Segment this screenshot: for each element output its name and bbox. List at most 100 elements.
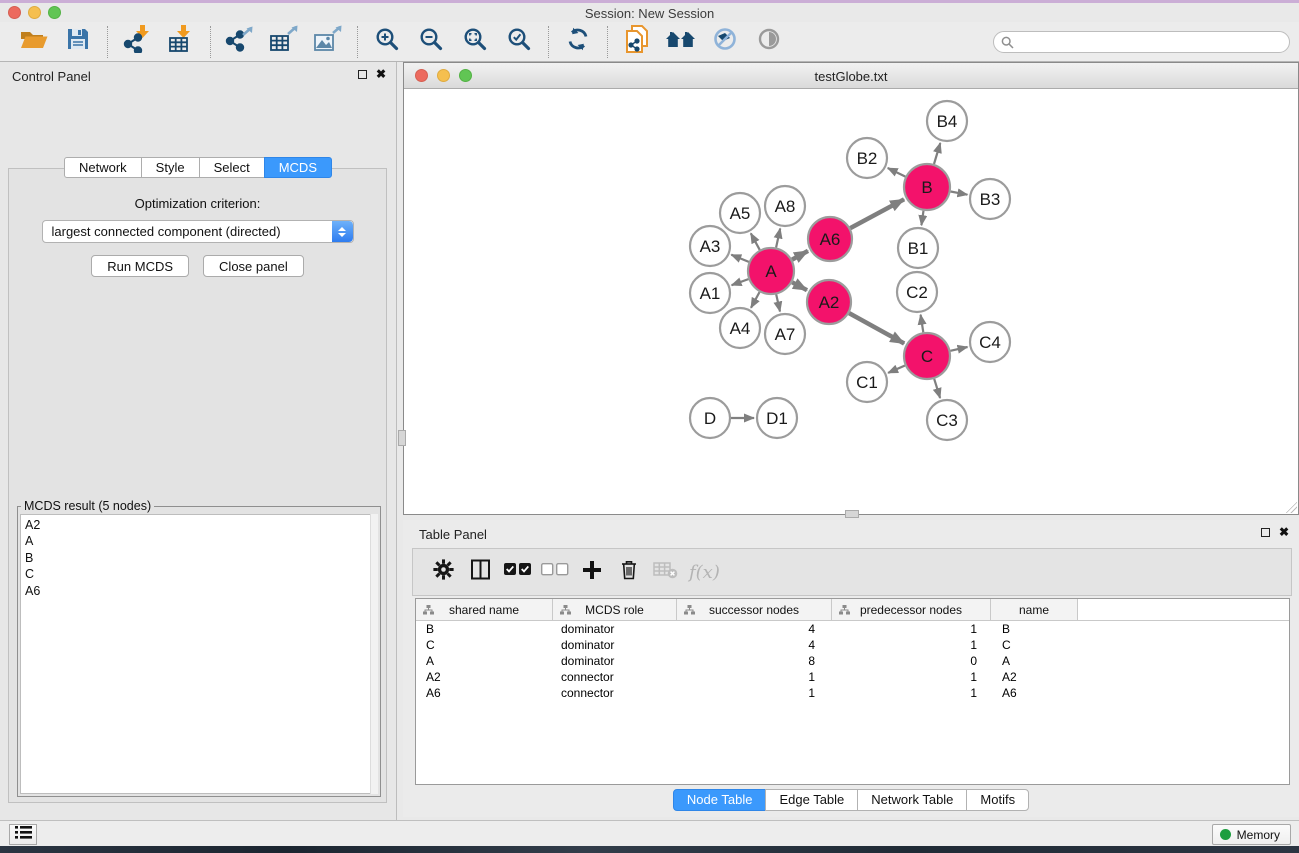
graph-node-A5[interactable]: A5 bbox=[720, 193, 760, 233]
graph-edge-A-A5[interactable] bbox=[751, 233, 760, 250]
graph-edge-A6-B[interactable] bbox=[850, 199, 904, 228]
table-row[interactable]: A6connector11A6 bbox=[416, 685, 1289, 701]
graph-node-A8[interactable]: A8 bbox=[765, 186, 805, 226]
zoom-fit-button[interactable] bbox=[453, 24, 497, 60]
result-scrollbar[interactable] bbox=[370, 514, 378, 794]
float-panel-icon[interactable] bbox=[358, 70, 367, 79]
show-columns-button[interactable] bbox=[462, 554, 499, 590]
graph-node-B3[interactable]: B3 bbox=[970, 179, 1010, 219]
network-canvas[interactable]: ABCA2A6A1A3A4A5A7A8B1B2B3B4C1C2C3C4DD1 bbox=[404, 90, 1298, 514]
table-cell[interactable]: A2 bbox=[991, 669, 1078, 685]
tab-node-table[interactable]: Node Table bbox=[673, 789, 767, 811]
show-graphics-details-button[interactable] bbox=[747, 24, 791, 60]
result-item[interactable]: B bbox=[25, 550, 377, 566]
select-all-button[interactable] bbox=[499, 554, 536, 590]
result-item[interactable]: A bbox=[25, 533, 377, 549]
zoom-out-button[interactable] bbox=[409, 24, 453, 60]
graph-edge-C-C4[interactable] bbox=[950, 347, 967, 351]
export-network-button[interactable] bbox=[218, 24, 262, 60]
graph-edge-C-C2[interactable] bbox=[921, 315, 924, 333]
graph-edge-A-A2[interactable] bbox=[792, 282, 807, 290]
graph-node-C3[interactable]: C3 bbox=[927, 400, 967, 440]
table-cell[interactable]: B bbox=[416, 621, 553, 637]
graph-node-B4[interactable]: B4 bbox=[927, 101, 967, 141]
table-cell[interactable]: 4 bbox=[677, 637, 832, 653]
graph-edge-A-A3[interactable] bbox=[731, 255, 749, 262]
graph-node-D[interactable]: D bbox=[690, 398, 730, 438]
node-table[interactable]: shared nameMCDS rolesuccessor nodesprede… bbox=[415, 598, 1290, 785]
graph-node-A[interactable]: A bbox=[748, 248, 794, 294]
tab-select[interactable]: Select bbox=[199, 157, 265, 178]
network-window-titlebar[interactable]: testGlobe.txt bbox=[404, 63, 1298, 89]
table-row[interactable]: Bdominator41B bbox=[416, 621, 1289, 637]
column-header-shared-name[interactable]: shared name bbox=[416, 599, 553, 620]
table-cell[interactable]: 0 bbox=[832, 653, 991, 669]
table-cell[interactable]: 1 bbox=[677, 685, 832, 701]
column-header-name[interactable]: name bbox=[991, 599, 1078, 620]
table-cell[interactable]: 1 bbox=[832, 669, 991, 685]
table-settings-button[interactable] bbox=[425, 554, 462, 590]
table-cell[interactable]: A2 bbox=[416, 669, 553, 685]
table-row[interactable]: Adominator80A bbox=[416, 653, 1289, 669]
column-header-predecessor-nodes[interactable]: predecessor nodes bbox=[832, 599, 991, 620]
table-cell[interactable]: 1 bbox=[832, 621, 991, 637]
float-table-panel-icon[interactable] bbox=[1261, 528, 1270, 537]
table-cell[interactable]: 4 bbox=[677, 621, 832, 637]
apply-layout-button[interactable] bbox=[556, 24, 600, 60]
graph-node-C2[interactable]: C2 bbox=[897, 272, 937, 312]
table-cell[interactable]: A6 bbox=[416, 685, 553, 701]
delete-entry-button[interactable] bbox=[610, 554, 647, 590]
graph-edge-B-B1[interactable] bbox=[921, 211, 923, 226]
table-cell[interactable]: connector bbox=[553, 669, 677, 685]
result-item[interactable]: A6 bbox=[25, 583, 377, 599]
tab-network[interactable]: Network bbox=[64, 157, 142, 178]
tab-network-table[interactable]: Network Table bbox=[857, 789, 967, 811]
graph-node-A1[interactable]: A1 bbox=[690, 273, 730, 313]
table-cell[interactable]: 8 bbox=[677, 653, 832, 669]
graph-edge-A-A1[interactable] bbox=[732, 279, 749, 285]
memory-button[interactable]: Memory bbox=[1212, 824, 1291, 845]
save-session-button[interactable] bbox=[56, 24, 100, 60]
graph-edge-A-A6[interactable] bbox=[792, 251, 808, 260]
graph-edge-A2-C[interactable] bbox=[849, 313, 904, 343]
table-cell[interactable]: 1 bbox=[832, 685, 991, 701]
run-mcds-button[interactable]: Run MCDS bbox=[91, 255, 189, 277]
table-row[interactable]: A2connector11A2 bbox=[416, 669, 1289, 685]
table-cell[interactable]: dominator bbox=[553, 653, 677, 669]
tab-mcds[interactable]: MCDS bbox=[264, 157, 332, 178]
column-header-successor-nodes[interactable]: successor nodes bbox=[677, 599, 832, 620]
graph-node-B1[interactable]: B1 bbox=[898, 228, 938, 268]
export-table-button[interactable] bbox=[262, 24, 306, 60]
table-cell[interactable]: B bbox=[991, 621, 1078, 637]
home-button[interactable] bbox=[659, 24, 703, 60]
close-panel-icon[interactable]: ✖ bbox=[376, 69, 386, 79]
close-table-panel-icon[interactable]: ✖ bbox=[1279, 527, 1289, 537]
graph-edge-C-C3[interactable] bbox=[934, 379, 940, 398]
table-cell[interactable]: 1 bbox=[832, 637, 991, 653]
graph-node-C[interactable]: C bbox=[904, 333, 950, 379]
graph-edge-B-B2[interactable] bbox=[888, 168, 906, 177]
graph-node-A2[interactable]: A2 bbox=[807, 280, 851, 324]
resize-grip[interactable] bbox=[1286, 502, 1297, 513]
table-cell[interactable]: connector bbox=[553, 685, 677, 701]
function-builder-button[interactable]: f(x) bbox=[689, 562, 720, 583]
table-cell[interactable]: C bbox=[416, 637, 553, 653]
vertical-splitter-handle[interactable] bbox=[398, 430, 406, 446]
graph-edge-A-A8[interactable] bbox=[776, 229, 780, 248]
graph-edge-B-B4[interactable] bbox=[934, 143, 940, 164]
export-image-button[interactable] bbox=[306, 24, 350, 60]
tab-motifs[interactable]: Motifs bbox=[966, 789, 1029, 811]
graph-node-C1[interactable]: C1 bbox=[847, 362, 887, 402]
tab-edge-table[interactable]: Edge Table bbox=[765, 789, 858, 811]
add-entry-button[interactable] bbox=[573, 554, 610, 590]
result-item[interactable]: C bbox=[25, 566, 377, 582]
table-cell[interactable]: A6 bbox=[991, 685, 1078, 701]
graph-node-A6[interactable]: A6 bbox=[808, 217, 852, 261]
graph-edge-C-C1[interactable] bbox=[888, 366, 905, 373]
graph-node-A3[interactable]: A3 bbox=[690, 226, 730, 266]
close-panel-button[interactable]: Close panel bbox=[203, 255, 304, 277]
criterion-select[interactable]: largest connected component (directed) bbox=[42, 220, 354, 243]
zoom-selected-button[interactable] bbox=[497, 24, 541, 60]
graph-node-A4[interactable]: A4 bbox=[720, 308, 760, 348]
network-documents-button[interactable] bbox=[615, 24, 659, 60]
